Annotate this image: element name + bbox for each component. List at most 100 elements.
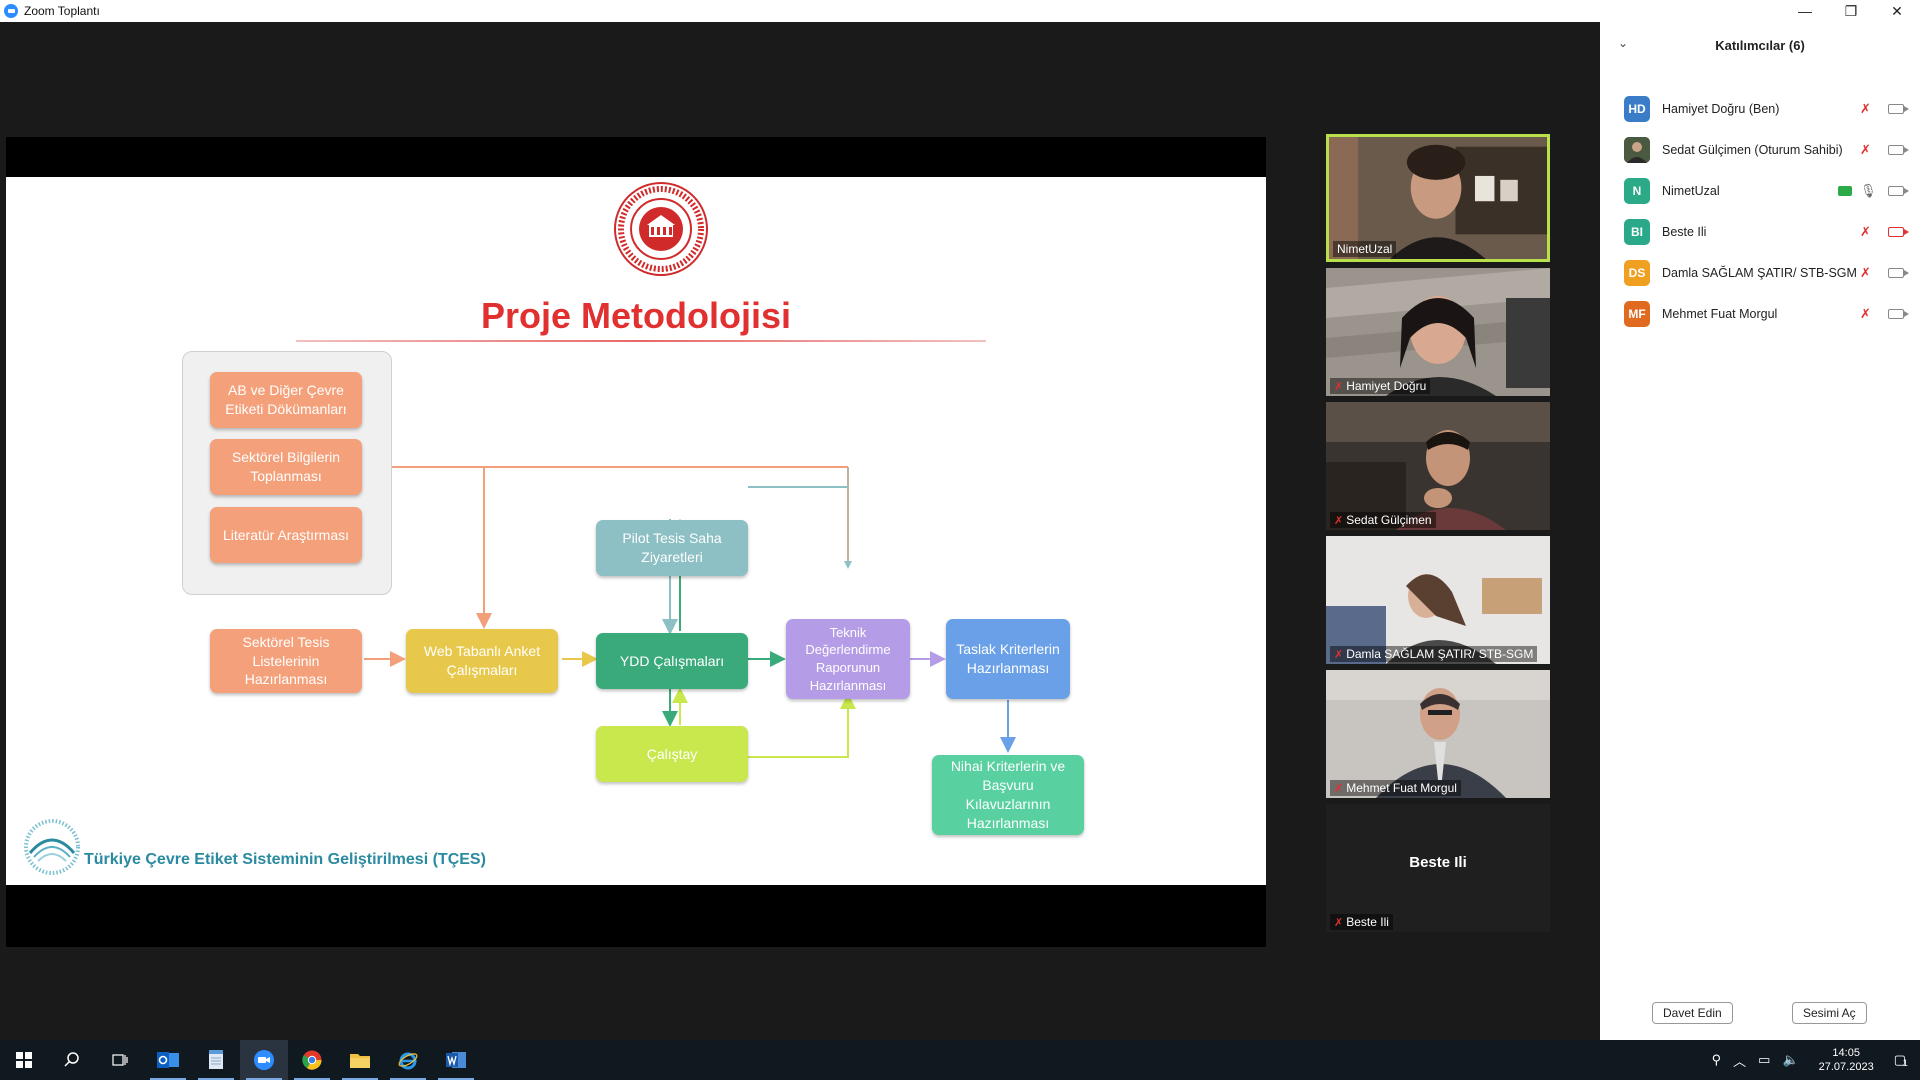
box-literature: Literatür Araştırması <box>210 507 362 563</box>
participant-name: Beste Ili <box>1662 224 1707 239</box>
search-icon[interactable] <box>48 1040 96 1080</box>
participant-row[interactable]: BI Beste Ili ✗ <box>1600 211 1920 252</box>
box-web-survey: Web Tabanlı Anket Çalışmaları <box>406 629 558 693</box>
mic-icon[interactable]: 🎙 <box>1860 183 1877 199</box>
taskbar-clock[interactable]: 14:05 27.07.2023 <box>1819 1046 1874 1075</box>
mic-muted-icon: ✗ <box>1334 380 1344 393</box>
notification-icon[interactable]: ▢ 1 <box>1894 1052 1908 1068</box>
box-tech-report: Teknik Değerlendirme Raporunun Hazırlanm… <box>786 619 910 699</box>
participant-row[interactable]: N NimetUzal 🎙 <box>1600 170 1920 211</box>
video-tile[interactable]: ✗ Mehmet Fuat Morgul <box>1326 670 1550 798</box>
people-icon[interactable]: ⚲ <box>1712 1052 1722 1068</box>
avatar: N <box>1624 177 1650 204</box>
participant-row[interactable]: Sedat Gülçimen (Oturum Sahibi) ✗ <box>1600 129 1920 170</box>
mic-muted-icon[interactable]: ✗ <box>1860 224 1871 240</box>
participants-panel: ⌄ Katılımcılar (6) HD Hamiyet Doğru (Ben… <box>1600 22 1920 1040</box>
participants-header: ⌄ Katılımcılar (6) <box>1600 22 1920 68</box>
participant-name: Hamiyet Doğru (Ben) <box>1662 101 1780 116</box>
box-pilot-visits: Pilot Tesis Saha Ziyaretleri <box>596 520 748 576</box>
participant-name: NimetUzal <box>1662 183 1720 198</box>
word-icon[interactable] <box>432 1040 480 1080</box>
mic-muted-icon[interactable]: ✗ <box>1860 306 1871 322</box>
participant-name: Mehmet Fuat Morgul <box>1662 306 1778 321</box>
box-final-criteria: Nihai Kriterlerin ve Başvuru Kılavuzları… <box>932 755 1084 835</box>
participant-name: Damla SAĞLAM ŞATIR/ STB-SGM <box>1662 265 1857 280</box>
mic-muted-icon[interactable]: ✗ <box>1860 142 1871 158</box>
participant-video <box>1326 402 1550 530</box>
windows-start-icon[interactable] <box>0 1040 48 1080</box>
avatar <box>1624 136 1650 163</box>
mic-muted-icon[interactable]: ✗ <box>1860 265 1871 281</box>
video-tile[interactable]: ✗ Sedat Gülçimen <box>1326 402 1550 530</box>
avatar: DS <box>1624 259 1650 286</box>
volume-icon[interactable]: 🔈 <box>1782 1052 1798 1068</box>
camera-icon[interactable] <box>1888 267 1909 278</box>
participants-title: Katılımcılar (6) <box>1715 37 1805 53</box>
mic-muted-icon[interactable]: ✗ <box>1860 101 1871 117</box>
clock-time: 14:05 <box>1832 1046 1860 1059</box>
tile-name-label: ✗ Mehmet Fuat Morgul <box>1330 780 1461 796</box>
tile-placeholder-name: Beste Ili <box>1409 854 1467 871</box>
window-title: Zoom Toplantı <box>24 4 100 18</box>
video-tile[interactable]: ✗ Hamiyet Doğru <box>1326 268 1550 396</box>
box-sector-info: Sektörel Bilgilerin Toplanması <box>210 439 362 495</box>
notepad-icon[interactable] <box>192 1040 240 1080</box>
profile-photo-icon <box>1624 136 1650 163</box>
avatar: BI <box>1624 218 1650 245</box>
participant-row[interactable]: HD Hamiyet Doğru (Ben) ✗ <box>1600 88 1920 129</box>
meeting-area: Proje Metodolojisi AB ve Diğer Çevre Eti… <box>0 22 1600 1040</box>
restore-button[interactable]: ❐ <box>1828 0 1874 22</box>
minimize-button[interactable]: — <box>1782 0 1828 22</box>
clock-date: 27.07.2023 <box>1818 1061 1874 1073</box>
tces-logo-icon <box>24 819 80 875</box>
mic-muted-icon: ✗ <box>1334 648 1344 661</box>
zoom-app-icon <box>4 4 18 18</box>
box-ab-documents: AB ve Diğer Çevre Etiketi Dökümanları <box>210 372 362 428</box>
camera-icon[interactable] <box>1888 144 1909 155</box>
tile-name-label: ✗ Sedat Gülçimen <box>1330 512 1436 528</box>
tile-name-label: ✗ Beste Ili <box>1330 914 1393 930</box>
mic-muted-icon: ✗ <box>1334 782 1344 795</box>
camera-off-icon[interactable] <box>1888 226 1909 237</box>
slide-footer: Türkiye Çevre Etiket Sisteminin Geliştir… <box>84 851 486 868</box>
avatar: HD <box>1624 95 1650 122</box>
participant-row[interactable]: MF Mehmet Fuat Morgul ✗ <box>1600 293 1920 334</box>
participants-footer: Davet Edin Sesimi Aç <box>1600 1002 1920 1032</box>
mic-muted-icon: ✗ <box>1334 514 1344 527</box>
windows-taskbar: ⚲ ︿ ▭ 🔈 14:05 27.07.2023 ▢ 1 <box>0 1040 1920 1080</box>
chevron-down-icon[interactable]: ⌄ <box>1618 36 1628 50</box>
network-icon[interactable]: ▭ <box>1758 1052 1770 1068</box>
zoom-taskbar-icon[interactable] <box>240 1040 288 1080</box>
camera-icon[interactable] <box>1888 103 1909 114</box>
close-button[interactable]: ✕ <box>1874 0 1920 22</box>
window-titlebar: Zoom Toplantı — ❐ ✕ <box>0 0 1920 22</box>
participant-row[interactable]: DS Damla SAĞLAM ŞATIR/ STB-SGM ✗ <box>1600 252 1920 293</box>
outlook-icon[interactable] <box>144 1040 192 1080</box>
box-draft-criteria: Taslak Kriterlerin Hazırlanması <box>946 619 1070 699</box>
participant-name: Sedat Gülçimen (Oturum Sahibi) <box>1662 142 1843 157</box>
camera-icon[interactable] <box>1888 185 1909 196</box>
box-workshop: Çalıştay <box>596 726 748 782</box>
chrome-icon[interactable] <box>288 1040 336 1080</box>
tile-name-label: ✗ Hamiyet Doğru <box>1330 378 1431 394</box>
window-controls: — ❐ ✕ <box>1782 0 1920 22</box>
camera-icon[interactable] <box>1888 308 1909 319</box>
tile-name-label: NimetUzal <box>1333 241 1397 257</box>
task-view-icon[interactable] <box>96 1040 144 1080</box>
invite-button[interactable]: Davet Edin <box>1652 1002 1733 1024</box>
video-tile[interactable]: Beste Ili ✗ Beste Ili <box>1326 804 1550 932</box>
box-facility-lists: Sektörel Tesis Listelerinin Hazırlanması <box>210 629 362 693</box>
video-tile[interactable]: NimetUzal <box>1326 134 1550 262</box>
screen-share-icon <box>1838 185 1852 196</box>
participant-video <box>1326 670 1550 798</box>
system-tray: ⚲ ︿ ▭ 🔈 14:05 27.07.2023 ▢ 1 <box>1706 1040 1920 1080</box>
file-explorer-icon[interactable] <box>336 1040 384 1080</box>
avatar: MF <box>1624 300 1650 327</box>
participant-video <box>1326 268 1550 396</box>
video-tile[interactable]: ✗ Damla SAĞLAM ŞATIR/ STB-SGM <box>1326 536 1550 664</box>
shared-slide: Proje Metodolojisi AB ve Diğer Çevre Eti… <box>6 177 1266 885</box>
participant-video <box>1326 536 1550 664</box>
unmute-button[interactable]: Sesimi Aç <box>1792 1002 1867 1024</box>
chevron-up-icon[interactable]: ︿ <box>1733 1051 1746 1070</box>
internet-explorer-icon[interactable] <box>384 1040 432 1080</box>
